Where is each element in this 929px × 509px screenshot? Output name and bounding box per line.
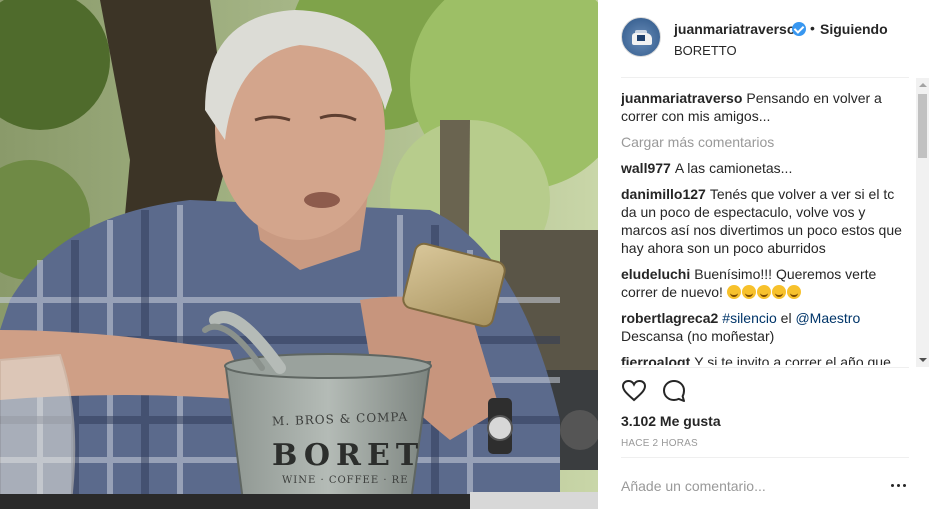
emoji-icon	[786, 285, 801, 299]
emoji-icon	[726, 285, 741, 299]
scroll-down-arrow-icon[interactable]	[916, 355, 929, 365]
likes-count[interactable]: 3.102 Me gusta	[621, 413, 721, 429]
comment-username[interactable]: wall977	[621, 160, 671, 176]
post-timestamp[interactable]: HACE 2 HORAS	[621, 438, 698, 449]
verified-badge-icon	[792, 22, 806, 36]
bucket-brand: BORET	[272, 438, 425, 473]
hashtag-link[interactable]: #silencio	[722, 310, 776, 326]
avatar[interactable]	[621, 17, 661, 57]
add-comment-input[interactable]	[621, 476, 871, 496]
list-item: eludeluchi Buenísimo!!! Queremos verte co…	[621, 265, 907, 301]
comment-button[interactable]	[661, 378, 687, 404]
caption: juanmariatraverso Pensando en volver a co…	[621, 89, 907, 125]
comment-text: el	[780, 310, 792, 326]
comment-bubble-icon	[663, 380, 685, 402]
comment-text: Y si te invito a correr el año que	[694, 354, 891, 365]
divider	[621, 367, 909, 368]
list-item: robertlagreca2 #silencio el @Maestro Desc…	[621, 309, 907, 345]
heart-icon	[621, 379, 647, 402]
post-photo[interactable]: M. BROS & COMPA BORET WINE · COFFEE · RE	[0, 0, 598, 509]
caption-username[interactable]: juanmariatraverso	[621, 90, 742, 106]
divider	[621, 77, 909, 78]
comment-username[interactable]: fierroalogt	[621, 354, 690, 365]
following-button[interactable]: Siguiendo	[820, 21, 888, 37]
comment-text: Descansa (no moñestar)	[621, 328, 775, 344]
list-item: wall977 A las camionetas...	[621, 159, 907, 177]
emoji-icon	[741, 285, 756, 299]
bucket-label-bottom: WINE · COFFEE · RE	[282, 475, 409, 486]
photo-illustration	[0, 0, 598, 509]
post-sidebar: juanmariatraverso • Siguiendo BORETTO ju…	[598, 0, 929, 509]
author-username[interactable]: juanmariatraverso	[674, 21, 795, 37]
more-options-icon[interactable]	[891, 480, 907, 490]
comments-list[interactable]: juanmariatraverso Pensando en volver a co…	[621, 89, 907, 365]
list-item: fierroalogt Y si te invito a correr el añ…	[621, 353, 907, 365]
scroll-thumb[interactable]	[918, 94, 927, 158]
mention-link[interactable]: @Maestro	[795, 310, 860, 326]
emoji-icon	[756, 285, 771, 299]
comment-text: A las camionetas...	[674, 160, 793, 176]
scroll-up-arrow-icon[interactable]	[916, 80, 929, 90]
list-item: danimillo127 Tenés que volver a ver si el…	[621, 185, 907, 257]
avatar-car-number	[637, 35, 645, 41]
separator-dot: •	[810, 20, 815, 36]
comment-username[interactable]: danimillo127	[621, 186, 706, 202]
like-button[interactable]	[621, 378, 647, 404]
divider	[621, 457, 909, 458]
post-location[interactable]: BORETTO	[674, 43, 737, 58]
comment-username[interactable]: robertlagreca2	[621, 310, 718, 326]
comment-username[interactable]: eludeluchi	[621, 266, 690, 282]
post-header: juanmariatraverso • Siguiendo BORETTO	[598, 0, 929, 78]
emoji-icon	[771, 285, 786, 299]
load-more-comments-button[interactable]: Cargar más comentarios	[621, 133, 907, 151]
comments-scrollbar[interactable]	[916, 78, 929, 367]
